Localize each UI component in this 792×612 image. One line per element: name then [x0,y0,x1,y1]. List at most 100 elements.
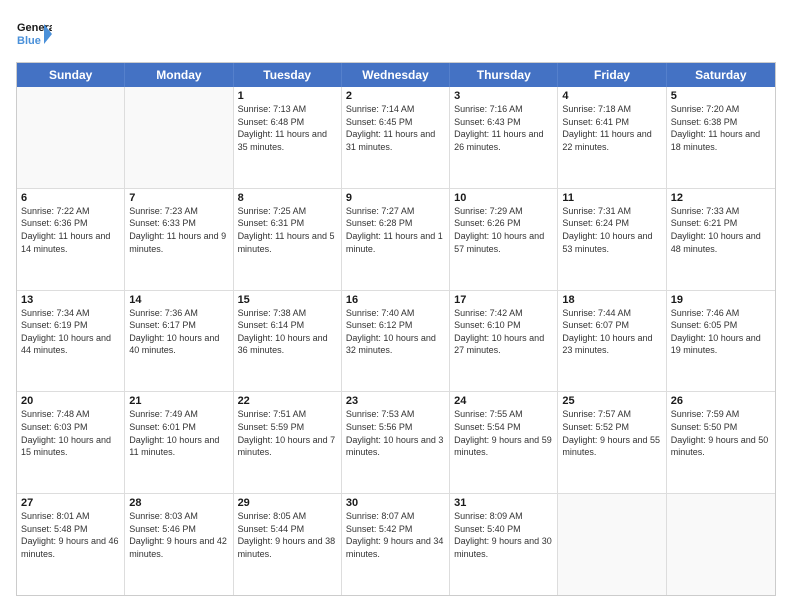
header: General Blue [16,16,776,52]
calendar-cell: 9Sunrise: 7:27 AM Sunset: 6:28 PM Daylig… [342,189,450,290]
svg-text:Blue: Blue [17,35,41,47]
cell-sun-info: Sunrise: 8:03 AM Sunset: 5:46 PM Dayligh… [129,510,228,560]
cell-day-number: 20 [21,395,120,407]
cell-day-number: 12 [671,192,771,204]
cell-sun-info: Sunrise: 7:33 AM Sunset: 6:21 PM Dayligh… [671,205,771,255]
cell-day-number: 6 [21,192,120,204]
calendar-cell: 17Sunrise: 7:42 AM Sunset: 6:10 PM Dayli… [450,291,558,392]
calendar-cell: 26Sunrise: 7:59 AM Sunset: 5:50 PM Dayli… [667,392,775,493]
calendar-cell: 8Sunrise: 7:25 AM Sunset: 6:31 PM Daylig… [234,189,342,290]
cell-day-number: 26 [671,395,771,407]
calendar-cell: 20Sunrise: 7:48 AM Sunset: 6:03 PM Dayli… [17,392,125,493]
cell-sun-info: Sunrise: 7:22 AM Sunset: 6:36 PM Dayligh… [21,205,120,255]
calendar-cell: 3Sunrise: 7:16 AM Sunset: 6:43 PM Daylig… [450,87,558,188]
calendar-row: 6Sunrise: 7:22 AM Sunset: 6:36 PM Daylig… [17,189,775,291]
cell-day-number: 11 [562,192,661,204]
calendar-cell: 16Sunrise: 7:40 AM Sunset: 6:12 PM Dayli… [342,291,450,392]
cell-sun-info: Sunrise: 7:55 AM Sunset: 5:54 PM Dayligh… [454,408,553,458]
calendar-cell [125,87,233,188]
calendar-cell: 28Sunrise: 8:03 AM Sunset: 5:46 PM Dayli… [125,494,233,595]
day-header: Monday [125,63,233,87]
cell-day-number: 17 [454,294,553,306]
calendar-body: 1Sunrise: 7:13 AM Sunset: 6:48 PM Daylig… [17,87,775,595]
calendar-cell: 10Sunrise: 7:29 AM Sunset: 6:26 PM Dayli… [450,189,558,290]
cell-day-number: 18 [562,294,661,306]
day-header: Wednesday [342,63,450,87]
calendar-cell: 30Sunrise: 8:07 AM Sunset: 5:42 PM Dayli… [342,494,450,595]
cell-sun-info: Sunrise: 7:34 AM Sunset: 6:19 PM Dayligh… [21,307,120,357]
cell-sun-info: Sunrise: 7:57 AM Sunset: 5:52 PM Dayligh… [562,408,661,458]
cell-sun-info: Sunrise: 7:51 AM Sunset: 5:59 PM Dayligh… [238,408,337,458]
calendar-cell: 19Sunrise: 7:46 AM Sunset: 6:05 PM Dayli… [667,291,775,392]
calendar-cell: 21Sunrise: 7:49 AM Sunset: 6:01 PM Dayli… [125,392,233,493]
cell-sun-info: Sunrise: 8:01 AM Sunset: 5:48 PM Dayligh… [21,510,120,560]
cell-day-number: 31 [454,497,553,509]
calendar-cell: 7Sunrise: 7:23 AM Sunset: 6:33 PM Daylig… [125,189,233,290]
cell-sun-info: Sunrise: 7:59 AM Sunset: 5:50 PM Dayligh… [671,408,771,458]
day-header: Thursday [450,63,558,87]
cell-sun-info: Sunrise: 7:44 AM Sunset: 6:07 PM Dayligh… [562,307,661,357]
cell-day-number: 3 [454,90,553,102]
day-header: Sunday [17,63,125,87]
cell-sun-info: Sunrise: 7:13 AM Sunset: 6:48 PM Dayligh… [238,103,337,153]
cell-sun-info: Sunrise: 7:53 AM Sunset: 5:56 PM Dayligh… [346,408,445,458]
day-header: Saturday [667,63,775,87]
cell-day-number: 1 [238,90,337,102]
cell-sun-info: Sunrise: 7:23 AM Sunset: 6:33 PM Dayligh… [129,205,228,255]
cell-sun-info: Sunrise: 7:40 AM Sunset: 6:12 PM Dayligh… [346,307,445,357]
cell-day-number: 22 [238,395,337,407]
calendar-row: 20Sunrise: 7:48 AM Sunset: 6:03 PM Dayli… [17,392,775,494]
calendar-cell [667,494,775,595]
cell-sun-info: Sunrise: 7:14 AM Sunset: 6:45 PM Dayligh… [346,103,445,153]
cell-day-number: 25 [562,395,661,407]
cell-day-number: 19 [671,294,771,306]
cell-day-number: 24 [454,395,553,407]
calendar-cell: 23Sunrise: 7:53 AM Sunset: 5:56 PM Dayli… [342,392,450,493]
calendar-row: 27Sunrise: 8:01 AM Sunset: 5:48 PM Dayli… [17,494,775,595]
day-header: Tuesday [234,63,342,87]
calendar: SundayMondayTuesdayWednesdayThursdayFrid… [16,62,776,596]
cell-sun-info: Sunrise: 8:05 AM Sunset: 5:44 PM Dayligh… [238,510,337,560]
calendar-row: 1Sunrise: 7:13 AM Sunset: 6:48 PM Daylig… [17,87,775,189]
calendar-row: 13Sunrise: 7:34 AM Sunset: 6:19 PM Dayli… [17,291,775,393]
cell-day-number: 16 [346,294,445,306]
calendar-cell: 15Sunrise: 7:38 AM Sunset: 6:14 PM Dayli… [234,291,342,392]
logo-svg: General Blue [16,16,52,52]
calendar-cell: 29Sunrise: 8:05 AM Sunset: 5:44 PM Dayli… [234,494,342,595]
calendar-cell: 13Sunrise: 7:34 AM Sunset: 6:19 PM Dayli… [17,291,125,392]
cell-sun-info: Sunrise: 7:42 AM Sunset: 6:10 PM Dayligh… [454,307,553,357]
cell-sun-info: Sunrise: 7:38 AM Sunset: 6:14 PM Dayligh… [238,307,337,357]
cell-day-number: 7 [129,192,228,204]
cell-day-number: 27 [21,497,120,509]
cell-day-number: 13 [21,294,120,306]
cell-sun-info: Sunrise: 7:25 AM Sunset: 6:31 PM Dayligh… [238,205,337,255]
calendar-cell [17,87,125,188]
cell-sun-info: Sunrise: 7:16 AM Sunset: 6:43 PM Dayligh… [454,103,553,153]
cell-sun-info: Sunrise: 7:46 AM Sunset: 6:05 PM Dayligh… [671,307,771,357]
cell-day-number: 9 [346,192,445,204]
calendar-cell: 31Sunrise: 8:09 AM Sunset: 5:40 PM Dayli… [450,494,558,595]
cell-day-number: 30 [346,497,445,509]
cell-day-number: 29 [238,497,337,509]
calendar-cell: 5Sunrise: 7:20 AM Sunset: 6:38 PM Daylig… [667,87,775,188]
cell-sun-info: Sunrise: 7:27 AM Sunset: 6:28 PM Dayligh… [346,205,445,255]
day-headers: SundayMondayTuesdayWednesdayThursdayFrid… [17,63,775,87]
cell-sun-info: Sunrise: 7:48 AM Sunset: 6:03 PM Dayligh… [21,408,120,458]
calendar-cell: 22Sunrise: 7:51 AM Sunset: 5:59 PM Dayli… [234,392,342,493]
cell-sun-info: Sunrise: 7:29 AM Sunset: 6:26 PM Dayligh… [454,205,553,255]
calendar-cell: 18Sunrise: 7:44 AM Sunset: 6:07 PM Dayli… [558,291,666,392]
cell-day-number: 2 [346,90,445,102]
day-header: Friday [558,63,666,87]
cell-sun-info: Sunrise: 8:09 AM Sunset: 5:40 PM Dayligh… [454,510,553,560]
cell-day-number: 23 [346,395,445,407]
cell-day-number: 10 [454,192,553,204]
calendar-cell: 27Sunrise: 8:01 AM Sunset: 5:48 PM Dayli… [17,494,125,595]
calendar-cell: 11Sunrise: 7:31 AM Sunset: 6:24 PM Dayli… [558,189,666,290]
calendar-cell [558,494,666,595]
calendar-cell: 12Sunrise: 7:33 AM Sunset: 6:21 PM Dayli… [667,189,775,290]
calendar-cell: 6Sunrise: 7:22 AM Sunset: 6:36 PM Daylig… [17,189,125,290]
cell-sun-info: Sunrise: 7:31 AM Sunset: 6:24 PM Dayligh… [562,205,661,255]
logo: General Blue [16,16,52,52]
calendar-cell: 14Sunrise: 7:36 AM Sunset: 6:17 PM Dayli… [125,291,233,392]
cell-sun-info: Sunrise: 7:36 AM Sunset: 6:17 PM Dayligh… [129,307,228,357]
